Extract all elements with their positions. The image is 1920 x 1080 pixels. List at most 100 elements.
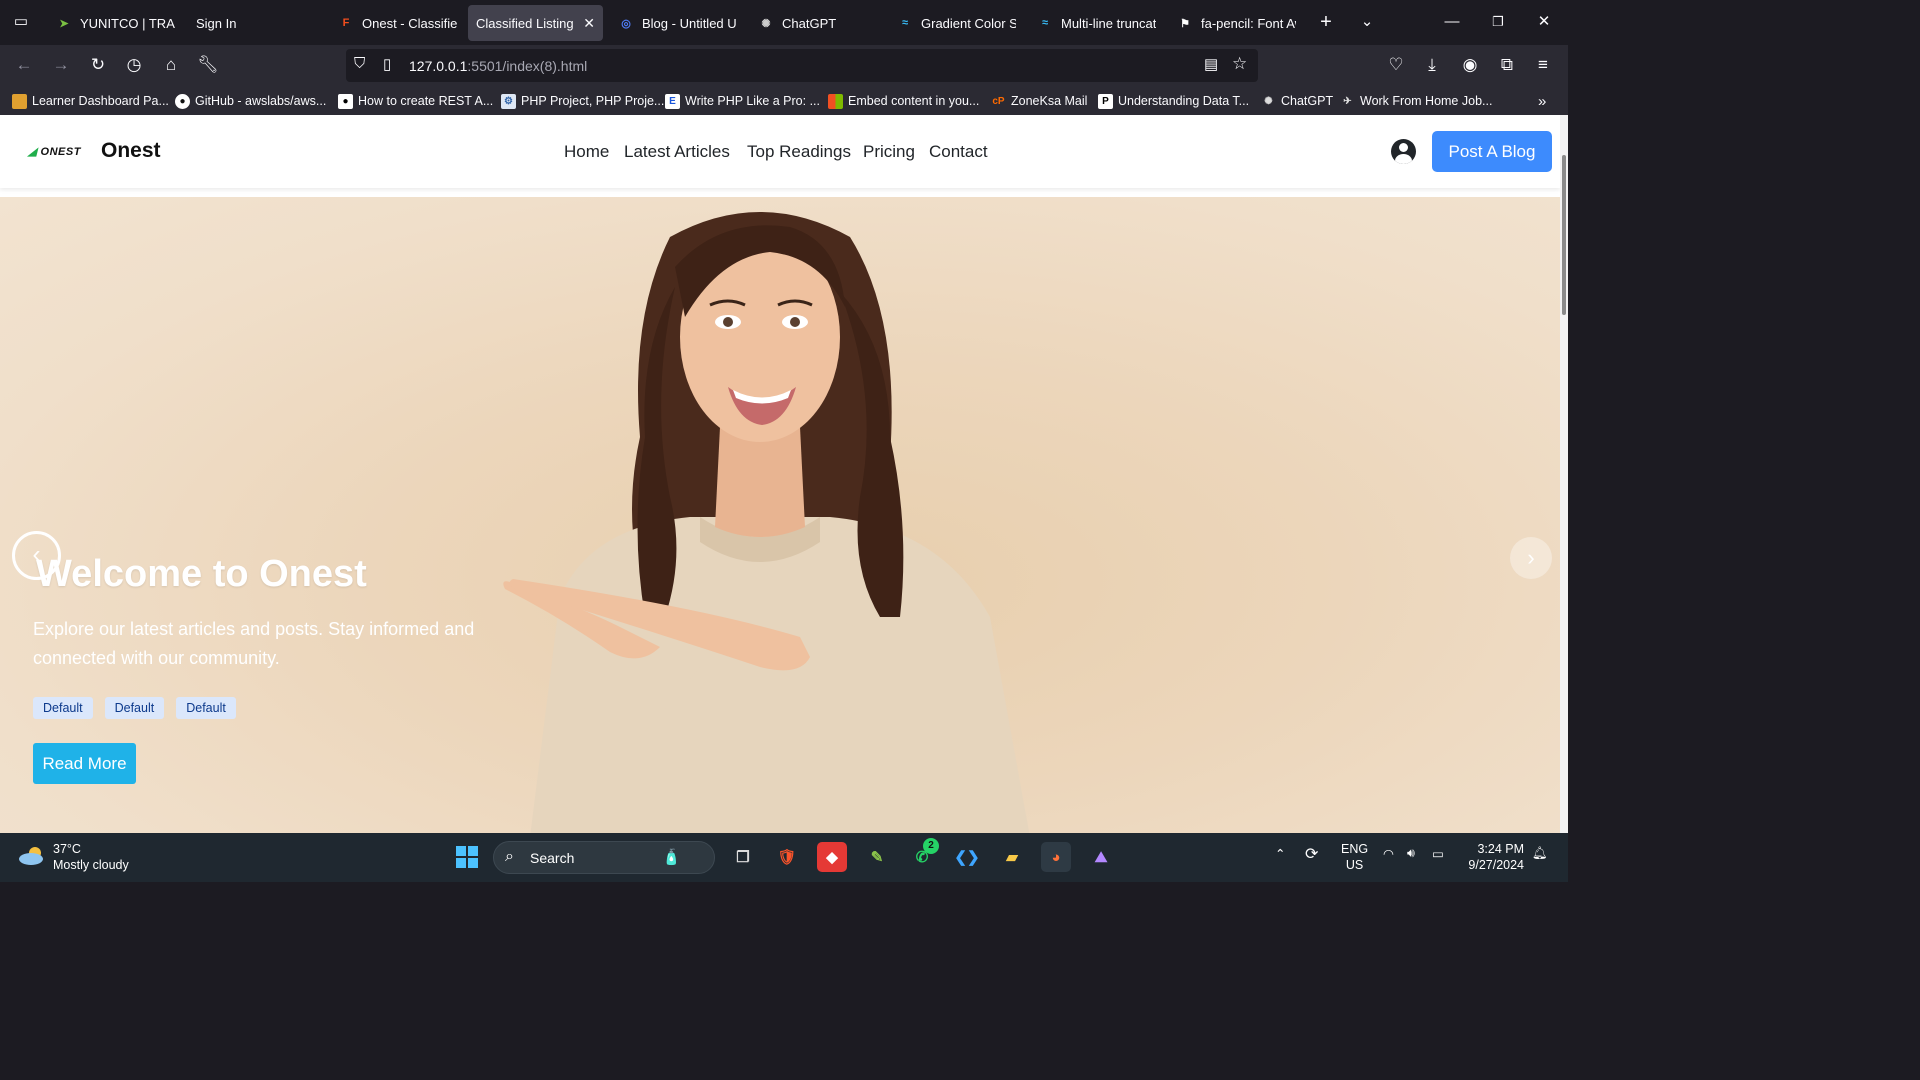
tab-multiline-truncation[interactable]: ≈ Multi-line truncati (1029, 5, 1164, 41)
site-logo[interactable]: ◢ ONEST (28, 145, 81, 158)
notification-bell-icon[interactable]: 🔔︎ (1532, 846, 1548, 861)
web-page: ◢ ONEST Onest Home Latest Articles Top R… (0, 115, 1568, 833)
e-icon: E (665, 93, 680, 109)
weather-condition: Mostly cloudy (53, 858, 129, 872)
clock-time: 3:24 PM (1477, 842, 1524, 856)
cpanel-icon: cP (992, 95, 1005, 107)
p-icon: P (1098, 93, 1113, 109)
carousel-prev-chevron-icon[interactable]: ‹ (12, 531, 61, 580)
nav-home[interactable]: Home (564, 142, 609, 162)
wifi-icon[interactable]: ◠ (1383, 846, 1394, 861)
search-highlight-icon: 🧴 (662, 849, 681, 866)
list-tabs-chevron-icon[interactable]: ⌄ (1355, 10, 1379, 34)
restore-icon[interactable]: ❐ (1486, 10, 1510, 34)
tab-overview-icon[interactable]: ▭ (9, 10, 33, 34)
back-arrow-icon[interactable]: ← (12, 53, 36, 77)
shield-icon[interactable]: ⛉ (354, 55, 365, 72)
whatsapp-icon[interactable]: ✆ 2 (907, 838, 939, 872)
tab-close-icon[interactable]: ✕ (583, 15, 595, 32)
nav-contact[interactable]: Contact (929, 142, 988, 162)
tag-badge[interactable]: Default (33, 697, 93, 719)
bookmark-item[interactable]: Learner Dashboard Pa... (12, 91, 169, 111)
nav-latest-articles[interactable]: Latest Articles (624, 142, 730, 162)
tab-fa-pencil[interactable]: ⚑ fa-pencil: Font Aw (1169, 5, 1304, 41)
github-icon: ● (175, 93, 190, 109)
bookmark-item[interactable]: E Write PHP Like a Pro: ... (665, 91, 820, 111)
bookmark-label: GitHub - awslabs/aws... (195, 94, 327, 108)
windows-start-icon[interactable] (452, 842, 482, 872)
user-account-icon[interactable] (1391, 139, 1416, 164)
bookmark-item[interactable]: ✈ Work From Home Job... (1340, 91, 1492, 111)
bookmark-item[interactable]: P Understanding Data T... (1098, 91, 1249, 111)
pocket-icon[interactable]: ♡ (1384, 53, 1408, 77)
reader-view-icon[interactable]: ▤ (1204, 55, 1218, 73)
brand-name[interactable]: Onest (101, 139, 161, 163)
window-close-icon[interactable]: ✕ (1532, 10, 1556, 34)
scrollbar-thumb[interactable] (1562, 155, 1566, 315)
search-icon: ⌕ (505, 848, 514, 865)
wrench-icon[interactable]: 🔧︎ (196, 53, 220, 77)
page-scrollbar[interactable] (1560, 115, 1568, 833)
page-info-icon[interactable]: ▯ (383, 55, 391, 73)
extensions-icon[interactable]: ⧉ (1495, 53, 1519, 77)
notepad-icon[interactable]: ✎ (862, 842, 892, 872)
tab-sign-in[interactable]: Sign In (188, 5, 328, 41)
windows-taskbar: 37°C Mostly cloudy ⌕ Search 🧴 ❐ 🛡︎ ◆ ✎ ✆… (0, 833, 1568, 882)
file-explorer-icon[interactable]: ▰ (997, 842, 1027, 872)
tab-title: ChatGPT (782, 15, 837, 31)
tab-yunitco[interactable]: ➤ YUNITCO | TRANS (48, 5, 183, 41)
url-text[interactable]: 127.0.0.1:5501/index(8).html (409, 58, 587, 74)
tab-gradient-color[interactable]: ≈ Gradient Color St (889, 5, 1024, 41)
tag-badge[interactable]: Default (176, 697, 236, 719)
taskbar-search-box[interactable]: ⌕ Search 🧴 (493, 841, 715, 874)
vscode-icon[interactable]: ❮❯ (952, 842, 982, 872)
bookmark-star-icon[interactable]: ☆ (1232, 54, 1247, 74)
search-label: Search (530, 850, 575, 866)
new-tab-icon[interactable]: + (1314, 10, 1338, 34)
app-menu-icon[interactable]: ≡ (1531, 53, 1555, 77)
reload-icon[interactable]: ↻ (86, 53, 110, 77)
more-bookmarks-chevron-icon[interactable]: » (1538, 91, 1546, 111)
history-icon[interactable]: ◷ (122, 53, 146, 77)
forward-arrow-icon[interactable]: → (49, 53, 73, 77)
globe-favicon-icon: ◎ (621, 17, 631, 30)
read-more-button[interactable]: Read More (33, 743, 136, 784)
tag-badge[interactable]: Default (104, 697, 165, 719)
bookmark-item[interactable]: cP ZoneKsa Mail (991, 91, 1087, 111)
battery-icon[interactable]: ▭ (1432, 846, 1444, 861)
sync-icon[interactable]: ⟳ (1305, 844, 1318, 864)
account-icon[interactable]: ◉ (1458, 53, 1482, 77)
clock[interactable]: 3:24 PM 9/27/2024 (1466, 842, 1524, 872)
tab-chatgpt[interactable]: ✺ ChatGPT (750, 5, 885, 41)
photos-icon[interactable]: ⛰ (1086, 842, 1116, 872)
post-a-blog-button[interactable]: Post A Blog (1432, 131, 1552, 172)
tab-blog-untitled-ui[interactable]: ◎ Blog - Untitled UI (610, 5, 745, 41)
bookmark-item[interactable]: ● How to create REST A... (338, 91, 493, 111)
bookmarks-bar: Learner Dashboard Pa... ● GitHub - awsla… (0, 86, 1568, 115)
tab-classified-listing[interactable]: Classified Listing ✕ (468, 5, 603, 41)
bookmark-item[interactable]: Embed content in you... (828, 91, 979, 111)
minimize-icon[interactable]: — (1440, 10, 1464, 34)
tray-expand-chevron-icon[interactable]: ⌃ (1275, 846, 1285, 861)
firefox-icon[interactable]: ◕ (1041, 842, 1071, 872)
volume-icon[interactable]: 🔊︎ (1407, 846, 1415, 861)
download-icon[interactable]: ⤓ (1420, 53, 1444, 77)
language-indicator[interactable]: ENG US (1341, 842, 1368, 872)
nav-top-readings[interactable]: Top Readings (747, 142, 851, 162)
tab-onest-classified[interactable]: F Onest - Classified (330, 5, 465, 41)
nav-pricing[interactable]: Pricing (863, 142, 915, 162)
flag-favicon-icon: ⚑ (1180, 17, 1190, 30)
clock-date: 9/27/2024 (1468, 858, 1524, 872)
anydesk-icon[interactable]: ◆ (817, 842, 847, 872)
carousel-next-chevron-icon[interactable]: › (1510, 537, 1552, 579)
bookmark-item[interactable]: ● GitHub - awslabs/aws... (175, 91, 326, 111)
bookmark-item[interactable]: ⚙ PHP Project, PHP Proje... (501, 91, 664, 111)
url-host: 127.0.0.1 (409, 58, 468, 74)
home-icon[interactable]: ⌂ (159, 53, 183, 77)
task-view-icon[interactable]: ❐ (728, 842, 758, 872)
brave-browser-icon[interactable]: 🛡︎ (772, 842, 802, 872)
bookmark-label: Work From Home Job... (1360, 94, 1493, 108)
bookmark-item[interactable]: ✺ ChatGPT (1261, 91, 1333, 111)
php-icon: ⚙ (501, 93, 516, 109)
address-bar[interactable]: ⛉ ▯ 127.0.0.1:5501/index(8).html ▤ ☆ (346, 49, 1258, 82)
